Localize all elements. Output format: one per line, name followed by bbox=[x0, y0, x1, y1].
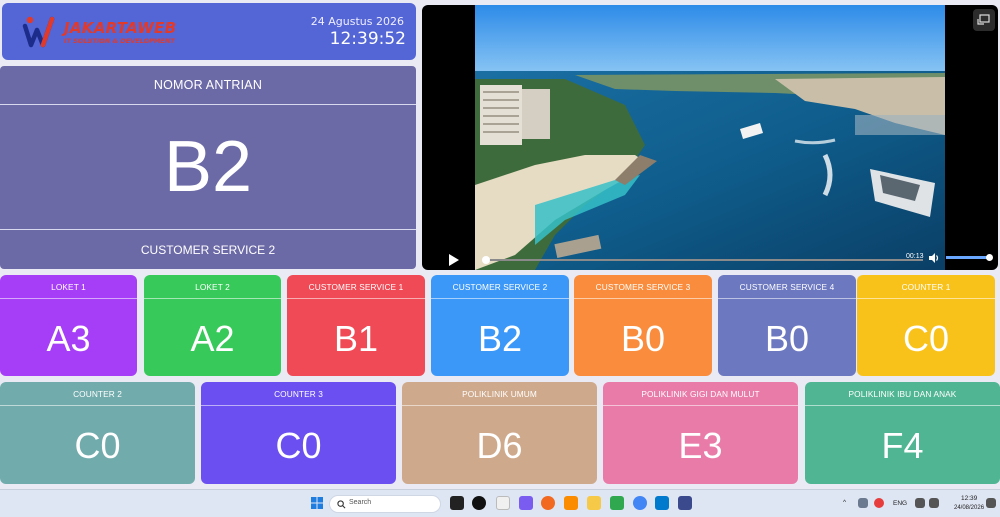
tile-label: CUSTOMER SERVICE 1 bbox=[287, 275, 425, 299]
video-frame bbox=[475, 5, 945, 270]
tile-label: COUNTER 1 bbox=[857, 275, 995, 299]
tile-queue-number: A2 bbox=[190, 317, 235, 359]
current-date: 24 Agustus 2026 bbox=[310, 15, 404, 28]
xampp-icon[interactable] bbox=[564, 496, 578, 510]
network-icon[interactable] bbox=[915, 498, 925, 508]
tile-queue-number: C0 bbox=[74, 425, 121, 466]
search-icon bbox=[337, 500, 346, 509]
counter-tile: LOKET 1 A3 bbox=[0, 275, 137, 376]
copilot-icon[interactable] bbox=[519, 496, 533, 510]
tray-app-icon[interactable] bbox=[874, 498, 884, 508]
tile-label: CUSTOMER SERVICE 4 bbox=[718, 275, 856, 299]
tile-label: COUNTER 3 bbox=[201, 382, 396, 406]
fullscreen-button[interactable] bbox=[973, 9, 995, 31]
video-time: 00:13 bbox=[906, 253, 924, 260]
vscode-icon[interactable] bbox=[655, 496, 669, 510]
windows-start-icon[interactable] bbox=[310, 496, 324, 510]
play-icon[interactable] bbox=[448, 253, 460, 267]
tile-queue-number: A3 bbox=[46, 317, 91, 359]
counter-tile: CUSTOMER SERVICE 4 B0 bbox=[718, 275, 856, 376]
tile-label: CUSTOMER SERVICE 2 bbox=[431, 275, 569, 299]
tile-queue-number: C0 bbox=[902, 317, 950, 359]
counter-tile: POLIKLINIK GIGI DAN MULUT E3 bbox=[603, 382, 798, 484]
tile-label: CUSTOMER SERVICE 3 bbox=[574, 275, 712, 299]
counter-tile: LOKET 2 A2 bbox=[144, 275, 281, 376]
tray-date[interactable]: 24/08/2026 bbox=[954, 505, 984, 511]
tile-queue-number: B1 bbox=[333, 317, 379, 359]
tray-language[interactable]: ENG bbox=[893, 500, 907, 507]
tile-queue-number: B0 bbox=[620, 317, 666, 359]
header-panel: JAKARTAWEB IT SOLUTION & DEVELOPMENT 24 … bbox=[2, 3, 416, 60]
search-placeholder: Search bbox=[349, 499, 372, 506]
queue-number: B2 bbox=[163, 127, 253, 207]
tray-chevron-icon[interactable]: ^ bbox=[843, 499, 846, 506]
tile-queue-number: C0 bbox=[275, 425, 322, 466]
volume-handle[interactable] bbox=[986, 254, 993, 261]
logo-text: JAKARTAWEB bbox=[64, 19, 177, 37]
counter-tile: COUNTER 2 C0 bbox=[0, 382, 195, 484]
tray-icon[interactable] bbox=[858, 498, 868, 508]
video-player[interactable]: 00:13 bbox=[422, 5, 998, 270]
queue-service: CUSTOMER SERVICE 2 bbox=[0, 229, 416, 269]
current-queue-panel: NOMOR ANTRIAN B2 CUSTOMER SERVICE 2 bbox=[0, 66, 416, 269]
video-progress-bar[interactable] bbox=[482, 256, 923, 264]
volume-slider[interactable] bbox=[946, 254, 993, 261]
brave-icon[interactable] bbox=[541, 496, 555, 510]
tile-label: POLIKLINIK IBU DAN ANAK bbox=[805, 382, 1000, 406]
queue-title: NOMOR ANTRIAN bbox=[0, 66, 416, 105]
company-logo: JAKARTAWEB IT SOLUTION & DEVELOPMENT bbox=[22, 13, 182, 51]
tile-label: POLIKLINIK UMUM bbox=[402, 382, 597, 406]
volume-icon[interactable] bbox=[928, 252, 940, 264]
tray-time[interactable]: 12:39 bbox=[961, 495, 977, 502]
tile-queue-number: F4 bbox=[881, 425, 924, 466]
tile-label: LOKET 2 bbox=[144, 275, 281, 299]
taskbar-search[interactable]: Search bbox=[329, 495, 441, 513]
phpstorm-icon[interactable] bbox=[678, 496, 692, 510]
progress-handle[interactable] bbox=[482, 256, 490, 264]
current-time: 12:39:52 bbox=[329, 29, 406, 49]
task-view-icon[interactable] bbox=[450, 496, 464, 510]
counter-tile: CUSTOMER SERVICE 3 B0 bbox=[574, 275, 712, 376]
tile-queue-number: D6 bbox=[476, 425, 523, 466]
taskbar: Search ^ ENG 12:39 24/08/2026 bbox=[0, 489, 1000, 517]
counter-tile: COUNTER 3 C0 bbox=[201, 382, 396, 484]
fullscreen-icon bbox=[977, 14, 990, 25]
tile-label: POLIKLINIK GIGI DAN MULUT bbox=[603, 382, 798, 406]
app-icon[interactable] bbox=[496, 496, 510, 510]
tile-label: LOKET 1 bbox=[0, 275, 137, 299]
counter-tile: POLIKLINIK IBU DAN ANAK F4 bbox=[805, 382, 1000, 484]
counter-tile: POLIKLINIK UMUM D6 bbox=[402, 382, 597, 484]
tile-label: COUNTER 2 bbox=[0, 382, 195, 406]
tile-queue-number: B0 bbox=[764, 317, 810, 359]
store-icon[interactable] bbox=[610, 496, 624, 510]
tile-queue-number: B2 bbox=[477, 317, 523, 359]
notification-icon[interactable] bbox=[986, 498, 996, 508]
chrome-icon[interactable] bbox=[633, 496, 647, 510]
counter-tile: COUNTER 1 C0 bbox=[857, 275, 995, 376]
speaker-icon[interactable] bbox=[929, 498, 939, 508]
file-explorer-icon[interactable] bbox=[587, 496, 601, 510]
logo-subtext: IT SOLUTION & DEVELOPMENT bbox=[64, 37, 175, 45]
counter-tile: CUSTOMER SERVICE 2 B2 bbox=[431, 275, 569, 376]
logo-mark-icon bbox=[22, 16, 55, 48]
counter-tile: CUSTOMER SERVICE 1 B1 bbox=[287, 275, 425, 376]
tile-queue-number: E3 bbox=[678, 425, 723, 466]
tiktok-icon[interactable] bbox=[472, 496, 486, 510]
